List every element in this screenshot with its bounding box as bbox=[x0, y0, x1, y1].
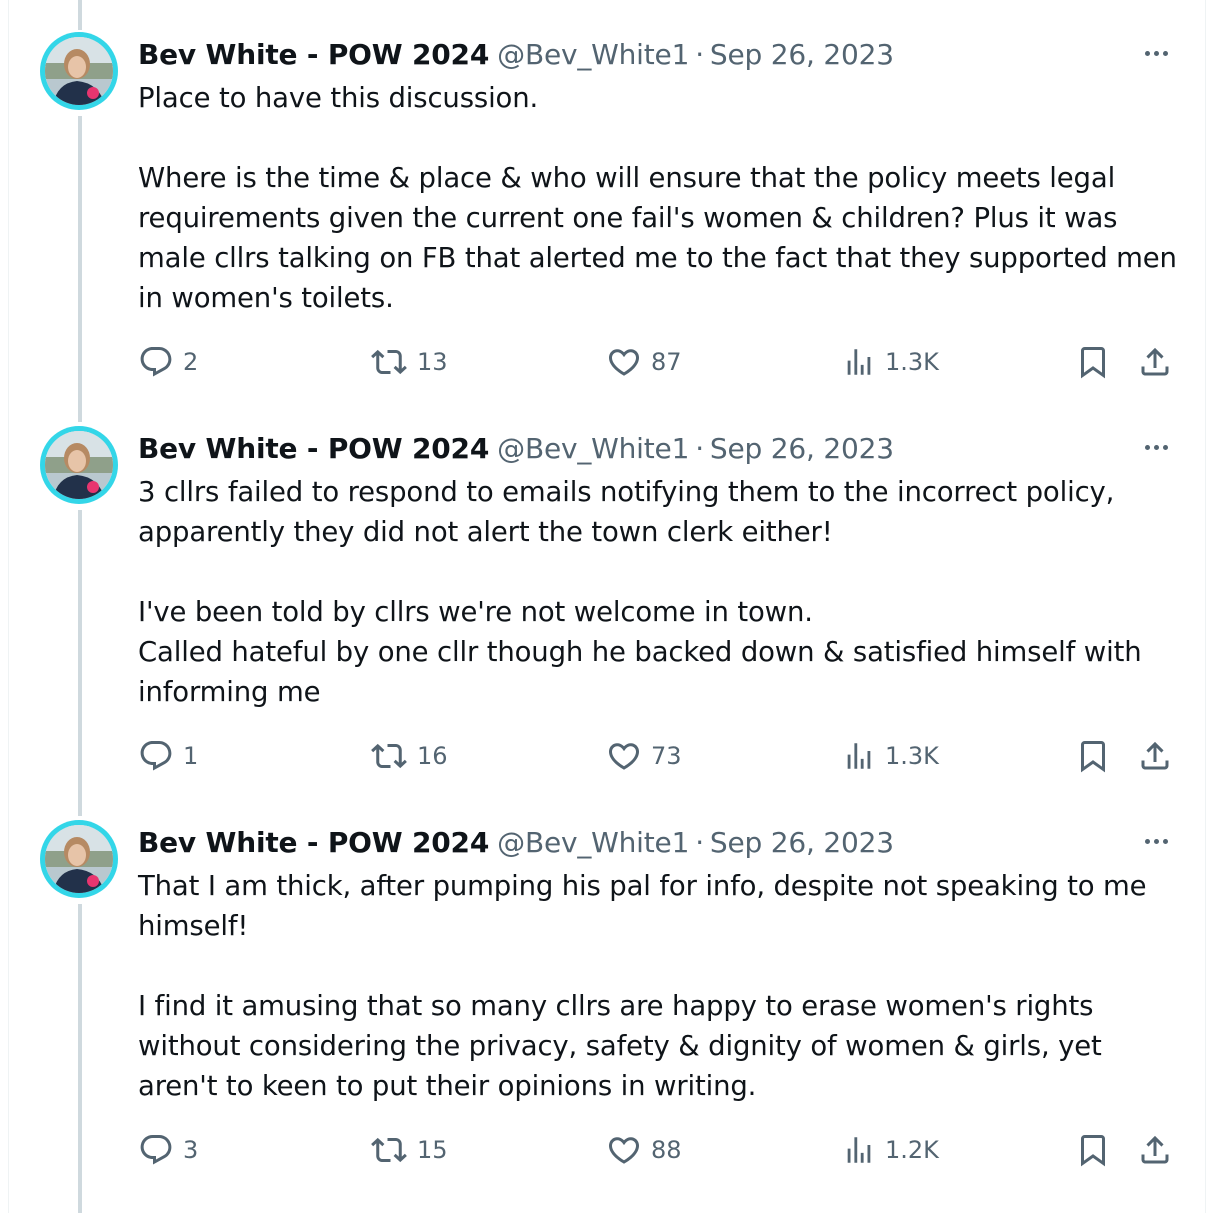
avatar[interactable] bbox=[40, 820, 118, 898]
thread-connector-line bbox=[78, 0, 82, 30]
user-handle[interactable]: @Bev_White1 bbox=[497, 826, 689, 859]
bookmark-button[interactable] bbox=[1075, 342, 1111, 382]
tweet-actions: 2 13 87 1.3K bbox=[0, 342, 1221, 382]
views-button[interactable]: 1.3K bbox=[842, 342, 939, 382]
separator-dot: · bbox=[695, 37, 704, 71]
bookmark-button[interactable] bbox=[1075, 1130, 1111, 1170]
reply-count: 2 bbox=[183, 348, 199, 376]
like-button[interactable]: 88 bbox=[606, 1130, 682, 1170]
like-icon bbox=[608, 743, 640, 770]
bookmark-icon bbox=[1081, 347, 1105, 379]
repost-button[interactable]: 15 bbox=[370, 1130, 448, 1170]
more-icon[interactable] bbox=[1136, 826, 1176, 856]
share-icon bbox=[1141, 741, 1169, 770]
tweet-text: Place to have this discussion. Where is … bbox=[138, 82, 1177, 314]
repost-count: 13 bbox=[417, 348, 448, 376]
display-name[interactable]: Bev White - POW 2024 bbox=[138, 38, 489, 71]
separator-dot: · bbox=[695, 825, 704, 859]
views-count: 1.3K bbox=[885, 742, 939, 770]
tweet-header: Bev White - POW 2024 @Bev_White1 · Sep 2… bbox=[138, 430, 894, 466]
user-handle[interactable]: @Bev_White1 bbox=[497, 432, 689, 465]
display-name[interactable]: Bev White - POW 2024 bbox=[138, 826, 489, 859]
like-button[interactable]: 73 bbox=[606, 736, 682, 776]
avatar[interactable] bbox=[40, 32, 118, 110]
views-icon bbox=[847, 743, 871, 769]
bookmark-button[interactable] bbox=[1075, 736, 1111, 776]
views-count: 1.2K bbox=[885, 1136, 939, 1164]
repost-count: 15 bbox=[417, 1136, 448, 1164]
reply-icon bbox=[140, 347, 172, 377]
tweet-text: 3 cllrs failed to respond to emails noti… bbox=[138, 476, 1142, 708]
more-icon[interactable] bbox=[1136, 38, 1176, 68]
tweet-actions: 1 16 73 1.3K bbox=[0, 736, 1221, 776]
repost-icon bbox=[371, 1137, 407, 1163]
tweet-header: Bev White - POW 2024 @Bev_White1 · Sep 2… bbox=[138, 36, 894, 72]
avatar[interactable] bbox=[40, 426, 118, 504]
repost-button[interactable]: 16 bbox=[370, 736, 448, 776]
share-button[interactable] bbox=[1137, 342, 1173, 382]
reply-button[interactable]: 3 bbox=[138, 1130, 198, 1170]
repost-count: 16 bbox=[417, 742, 448, 770]
share-button[interactable] bbox=[1137, 1130, 1173, 1170]
user-handle[interactable]: @Bev_White1 bbox=[497, 38, 689, 71]
display-name[interactable]: Bev White - POW 2024 bbox=[138, 432, 489, 465]
views-count: 1.3K bbox=[885, 348, 939, 376]
tweet-text: That I am thick, after pumping his pal f… bbox=[138, 870, 1147, 1102]
views-button[interactable]: 1.2K bbox=[842, 1130, 939, 1170]
repost-icon bbox=[371, 349, 407, 375]
bookmark-icon bbox=[1081, 1135, 1105, 1167]
reply-count: 1 bbox=[183, 742, 199, 770]
like-button[interactable]: 87 bbox=[606, 342, 682, 382]
reply-icon bbox=[140, 1135, 172, 1165]
tweet-date[interactable]: Sep 26, 2023 bbox=[710, 432, 894, 465]
views-button[interactable]: 1.3K bbox=[842, 736, 939, 776]
like-count: 87 bbox=[651, 348, 682, 376]
repost-button[interactable]: 13 bbox=[370, 342, 448, 382]
more-icon[interactable] bbox=[1136, 432, 1176, 462]
reply-button[interactable]: 2 bbox=[138, 342, 198, 382]
like-count: 88 bbox=[651, 1136, 682, 1164]
reply-icon bbox=[140, 741, 172, 771]
repost-icon bbox=[371, 743, 407, 769]
reply-count: 3 bbox=[183, 1136, 199, 1164]
separator-dot: · bbox=[695, 431, 704, 465]
like-count: 73 bbox=[651, 742, 682, 770]
tweet-date[interactable]: Sep 26, 2023 bbox=[710, 826, 894, 859]
tweet-date[interactable]: Sep 26, 2023 bbox=[710, 38, 894, 71]
views-icon bbox=[847, 349, 871, 375]
share-icon bbox=[1141, 1135, 1169, 1164]
tweet-header: Bev White - POW 2024 @Bev_White1 · Sep 2… bbox=[138, 824, 894, 860]
reply-button[interactable]: 1 bbox=[138, 736, 198, 776]
share-icon bbox=[1141, 347, 1169, 376]
like-icon bbox=[608, 1137, 640, 1164]
bookmark-icon bbox=[1081, 741, 1105, 773]
views-icon bbox=[847, 1137, 871, 1163]
like-icon bbox=[608, 349, 640, 376]
tweet-actions: 3 15 88 1.2K bbox=[0, 1130, 1221, 1170]
timeline-border-left bbox=[8, 0, 9, 1213]
timeline-border-right bbox=[1205, 0, 1206, 1213]
share-button[interactable] bbox=[1137, 736, 1173, 776]
